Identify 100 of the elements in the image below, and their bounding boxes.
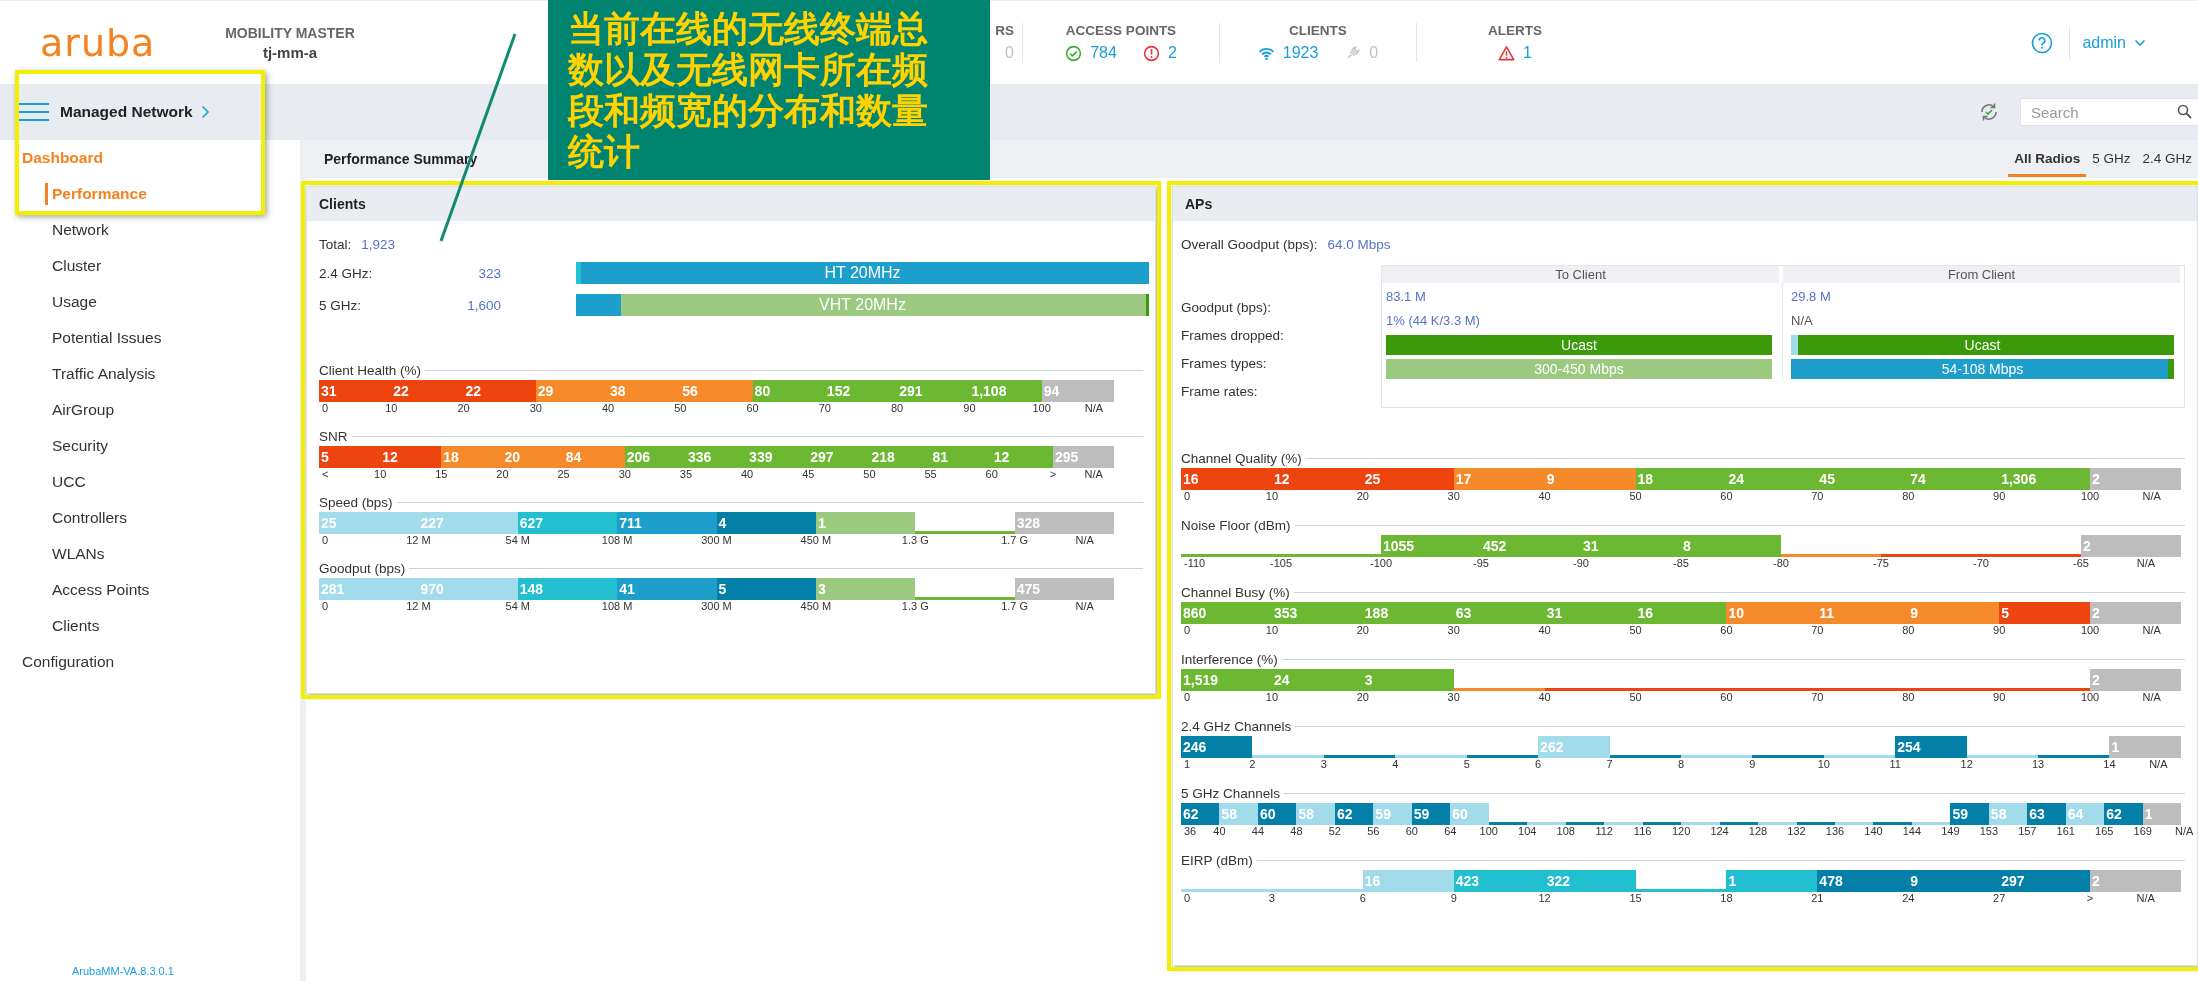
nav-item[interactable]: Configuration bbox=[0, 644, 300, 680]
histogram-segment: 227 bbox=[418, 512, 518, 534]
axis-tick-label: 35 bbox=[679, 468, 693, 482]
nav-item[interactable]: Traffic Analysis bbox=[0, 356, 300, 392]
histogram-segment: 1 bbox=[2142, 803, 2182, 825]
axis-tick-label: 56 bbox=[1367, 825, 1380, 839]
axis-tick-label: 30 bbox=[618, 468, 631, 482]
histogram-segment: 60 bbox=[1450, 803, 1489, 825]
histogram-segment: 2 bbox=[2090, 468, 2181, 490]
chart-title: Channel Quality (%) bbox=[1181, 451, 1302, 466]
nav-item[interactable]: Usage bbox=[0, 284, 300, 320]
axis-tick-label: 120 bbox=[1671, 825, 1691, 839]
axis-tick-label: 40 bbox=[1213, 825, 1226, 839]
axis-tick-label: N/A bbox=[2135, 557, 2156, 571]
nav-item[interactable]: Network bbox=[0, 212, 300, 248]
nav-item[interactable]: Cluster bbox=[0, 248, 300, 284]
axis-tick-label: 128 bbox=[1748, 825, 1768, 839]
axis-tick-label: 12 M bbox=[406, 534, 431, 548]
search-icon[interactable] bbox=[2177, 104, 2192, 119]
axis-tick-label: N/A bbox=[1074, 534, 1094, 548]
help-icon[interactable] bbox=[2031, 31, 2054, 54]
bar-label: Ucast bbox=[1964, 337, 2001, 353]
histogram-segment: 17 bbox=[1453, 468, 1545, 490]
axis-tick-label: N/A bbox=[2141, 624, 2161, 638]
histogram-segment: 218 bbox=[869, 446, 931, 468]
stat-label: ACCESS POINTS bbox=[1065, 23, 1177, 38]
histogram-segment: 5 bbox=[319, 446, 381, 468]
histogram-segment: 62 bbox=[1181, 803, 1220, 825]
axis-tick-label: 18 bbox=[1720, 892, 1733, 906]
refresh-icon[interactable] bbox=[1978, 101, 2000, 123]
nav-item[interactable]: Security bbox=[0, 428, 300, 464]
band-count: 323 bbox=[477, 265, 501, 281]
nav-item[interactable]: Access Points bbox=[0, 572, 300, 608]
histogram-segment: 3 bbox=[815, 578, 916, 600]
total-value: 1,923 bbox=[361, 236, 396, 252]
nav-item[interactable]: Controllers bbox=[0, 500, 300, 536]
product-name: MOBILITY MASTER bbox=[224, 24, 356, 41]
axis-tick-label: 0 bbox=[321, 600, 329, 614]
caret-icon bbox=[2134, 38, 2146, 47]
axis-tick-label: 50 bbox=[863, 468, 876, 482]
axis-tick-label: 30 bbox=[1447, 490, 1460, 504]
axis-tick-label: 4 bbox=[1392, 758, 1399, 772]
histogram-segment: 64 bbox=[2065, 803, 2105, 825]
axis-tick-label: 45 bbox=[802, 468, 815, 482]
menu-icon[interactable] bbox=[18, 101, 50, 123]
axis-tick-label: 27 bbox=[1993, 892, 2006, 906]
table-cell: 29.8 M bbox=[1791, 289, 1831, 304]
nav-item[interactable]: Clients bbox=[0, 608, 300, 644]
table-cell: 83.1 M bbox=[1386, 289, 1426, 304]
histogram-segment: 246 bbox=[1181, 736, 1253, 758]
histogram-segment: 1 bbox=[2109, 736, 2181, 758]
histogram-segment: 22 bbox=[463, 380, 536, 402]
histogram-segment: 18 bbox=[441, 446, 503, 468]
axis-tick-label: 300 M bbox=[701, 600, 732, 614]
histogram-segment: 336 bbox=[685, 446, 748, 468]
axis-tick-label: 169 bbox=[2133, 825, 2152, 839]
histogram-segment: 291 bbox=[897, 380, 970, 402]
check-circle-icon bbox=[1065, 44, 1083, 62]
axis-tick-label: 50 bbox=[1629, 691, 1642, 705]
nav-item[interactable]: WLANs bbox=[0, 536, 300, 572]
histogram-segment: 711 bbox=[617, 512, 717, 534]
axis-tick-label: 100 bbox=[2080, 490, 2100, 504]
chevron-right-icon[interactable] bbox=[200, 105, 210, 119]
histogram-segment: 12 bbox=[380, 446, 442, 468]
axis-tick-label: 3 bbox=[1268, 892, 1275, 906]
axis-tick-label: -105 bbox=[1270, 557, 1292, 571]
histogram-segment: 20 bbox=[502, 446, 564, 468]
axis-tick-label: 14 bbox=[2103, 758, 2116, 772]
breadcrumb-title[interactable]: Managed Network bbox=[60, 103, 193, 121]
histogram-segment: 627 bbox=[517, 512, 618, 534]
chart-title: SNR bbox=[319, 429, 348, 444]
bar-label: 300-450 Mbps bbox=[1534, 361, 1624, 377]
radio-filter-tab[interactable]: All Radios bbox=[2008, 141, 2087, 177]
axis-tick-label: 60 bbox=[746, 402, 759, 416]
axis-tick-label: N/A bbox=[2174, 825, 2194, 839]
histogram-segment: 423 bbox=[1453, 870, 1545, 892]
histogram-segment: 18 bbox=[1635, 468, 1727, 490]
chart-title: Client Health (%) bbox=[319, 363, 422, 378]
nav-item[interactable]: AirGroup bbox=[0, 392, 300, 428]
histogram-segment: 59 bbox=[1373, 803, 1412, 825]
axis-tick-label: 52 bbox=[1328, 825, 1341, 839]
axis-tick-label: 8 bbox=[1677, 758, 1684, 772]
histogram-segment: 339 bbox=[747, 446, 809, 468]
axis-tick-label: 10 bbox=[1265, 624, 1279, 638]
histogram-segment: 12 bbox=[991, 446, 1053, 468]
warning-icon bbox=[1498, 44, 1516, 62]
nav-item[interactable]: Potential Issues bbox=[0, 320, 300, 356]
axis-tick-label: > bbox=[1049, 468, 1057, 482]
radio-filter-tab[interactable]: 5 GHz bbox=[2086, 141, 2137, 177]
histogram-segment: 353 bbox=[1271, 602, 1363, 624]
histogram-segment: 41 bbox=[617, 578, 717, 600]
histogram-segment: 9 bbox=[1544, 468, 1636, 490]
axis-tick-label: 0 bbox=[1183, 624, 1191, 638]
histogram-segment: 860 bbox=[1181, 602, 1272, 624]
search-field[interactable]: Search bbox=[2020, 98, 2198, 126]
axis-tick-label: 36 bbox=[1183, 825, 1197, 839]
radio-filter-tab[interactable]: 2.4 GHz bbox=[2136, 141, 2198, 177]
histogram-segment: 25 bbox=[319, 512, 419, 534]
nav-item[interactable]: UCC bbox=[0, 464, 300, 500]
axis-tick-label: N/A bbox=[1083, 402, 1104, 416]
